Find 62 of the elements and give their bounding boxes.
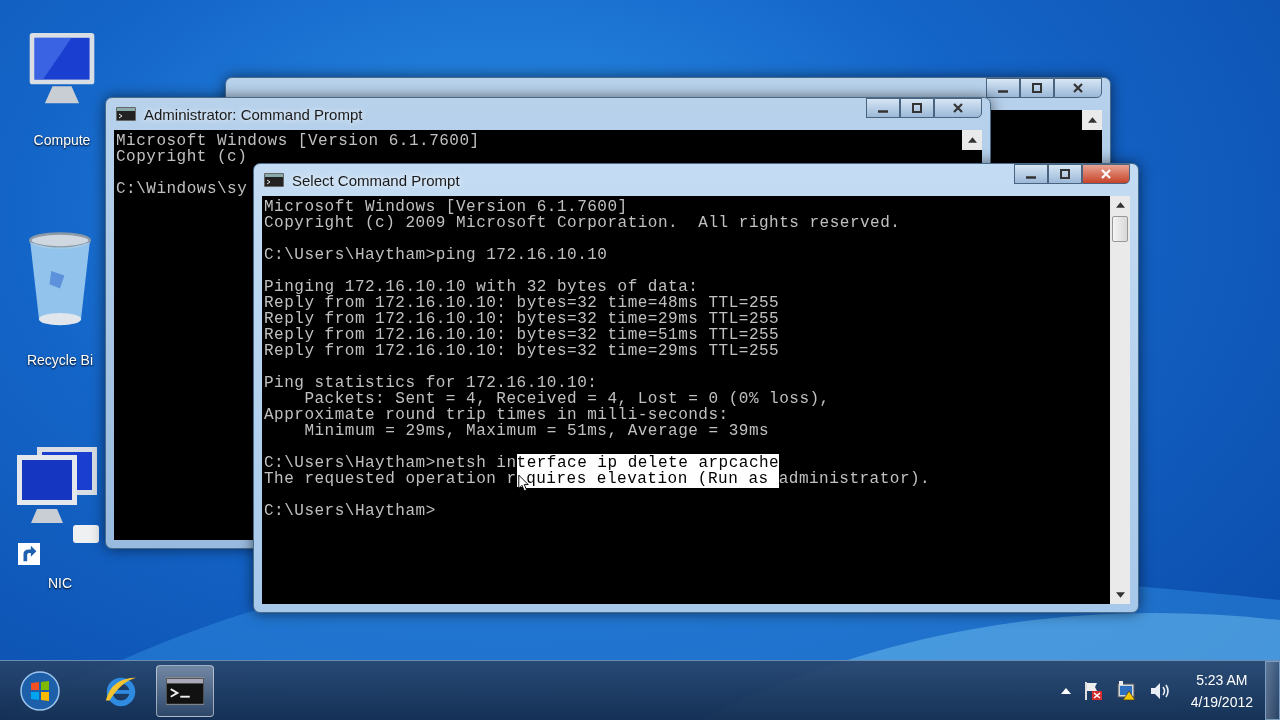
maximize-button[interactable]	[900, 98, 934, 118]
maximize-button[interactable]	[1020, 78, 1054, 98]
desktop-icon-label: Compute	[33, 132, 91, 148]
console-line: Microsoft Windows [Version 6.1.7600]	[264, 199, 628, 215]
windows-logo-icon	[20, 670, 60, 711]
scrollbar[interactable]	[1110, 196, 1130, 604]
console-line: C:\Windows\sy	[116, 181, 248, 197]
console-task-button[interactable]	[156, 664, 214, 717]
scroll-up-button[interactable]	[962, 130, 982, 150]
minimize-icon	[998, 89, 1008, 93]
window-title: Administrator: Command Prompt	[144, 105, 363, 123]
clock-date[interactable]: 4/19/2012	[1190, 690, 1253, 713]
console-line: Copyright (c) 2009 Microsoft Corporation. All rights reserved.	[264, 215, 901, 231]
console-line: Reply from 172.16.10.10: bytes=32 time=48ms TTL=255	[264, 295, 780, 311]
close-button[interactable]	[1054, 78, 1102, 98]
maximize-icon	[1031, 82, 1043, 94]
console-text: C:\Users\Haytham>netsh in	[264, 454, 517, 472]
up-arrow-icon	[1087, 117, 1097, 123]
up-arrow-icon	[967, 137, 977, 143]
console-line: Ping statistics for 172.16.10.10:	[264, 375, 598, 391]
down-arrow-icon	[1115, 592, 1125, 598]
console-icon	[116, 107, 136, 121]
show-desktop-button[interactable]	[1265, 661, 1280, 720]
console-line: Minimum = 29ms, Maximum = 51ms, Average = 39ms	[304, 423, 770, 439]
desktop-icon-label: Recycle Bi	[26, 352, 94, 368]
console-line: Pinging 172.16.10.10 with 32 bytes of data:	[264, 279, 699, 295]
minimize-button[interactable]	[866, 98, 900, 118]
console-line: C:\Users\Haytham>ping 172.16.10.10	[264, 247, 608, 263]
console-text: The requested operation r	[264, 470, 517, 488]
console-icon	[264, 173, 284, 187]
console-line: C:\Users\Haytham>	[264, 503, 436, 519]
console-text: administrator).	[778, 470, 931, 488]
maximize-icon	[1059, 168, 1071, 180]
close-button[interactable]	[1082, 164, 1130, 184]
close-icon	[952, 102, 964, 114]
close-icon	[1072, 82, 1084, 94]
console-line: Microsoft Windows [Version 6.1.7600]	[116, 133, 480, 149]
desktop-icon-label: NIC	[47, 575, 73, 591]
minimize-button[interactable]	[1014, 164, 1048, 184]
maximize-button[interactable]	[1048, 164, 1082, 184]
minimize-icon	[878, 109, 888, 113]
console-line: Packets: Sent = 4, Received = 4, Lost = 0 (0% loss),	[304, 391, 830, 407]
console-text: quires elevation (Run as	[526, 470, 779, 488]
console-line: Reply from 172.16.10.10: bytes=32 time=29ms TTL=255	[264, 311, 780, 327]
caret-up-icon[interactable]	[1060, 687, 1071, 694]
scroll-thumb[interactable]	[1112, 216, 1128, 242]
up-arrow-icon	[1115, 202, 1125, 208]
scroll-up-button[interactable]	[1082, 110, 1102, 130]
window-title: Select Command Prompt	[292, 171, 460, 189]
network-warning-icon[interactable]	[1114, 680, 1137, 701]
flag-icon[interactable]	[1082, 680, 1103, 701]
close-button[interactable]	[934, 98, 982, 118]
minimize-icon	[1026, 175, 1036, 179]
console-line: Approximate round trip times in milli-seconds:	[264, 407, 729, 423]
minimize-button[interactable]	[986, 78, 1020, 98]
console-line: Reply from 172.16.10.10: bytes=32 time=29ms TTL=255	[264, 343, 780, 359]
console-icon	[166, 676, 204, 705]
close-icon	[1100, 168, 1112, 180]
console-line: Copyright (c)	[116, 149, 248, 165]
console-line: Reply from 172.16.10.10: bytes=32 time=51ms TTL=255	[264, 327, 780, 343]
maximize-icon	[911, 102, 923, 114]
clock-time[interactable]: 5:23 AM	[1196, 668, 1248, 691]
